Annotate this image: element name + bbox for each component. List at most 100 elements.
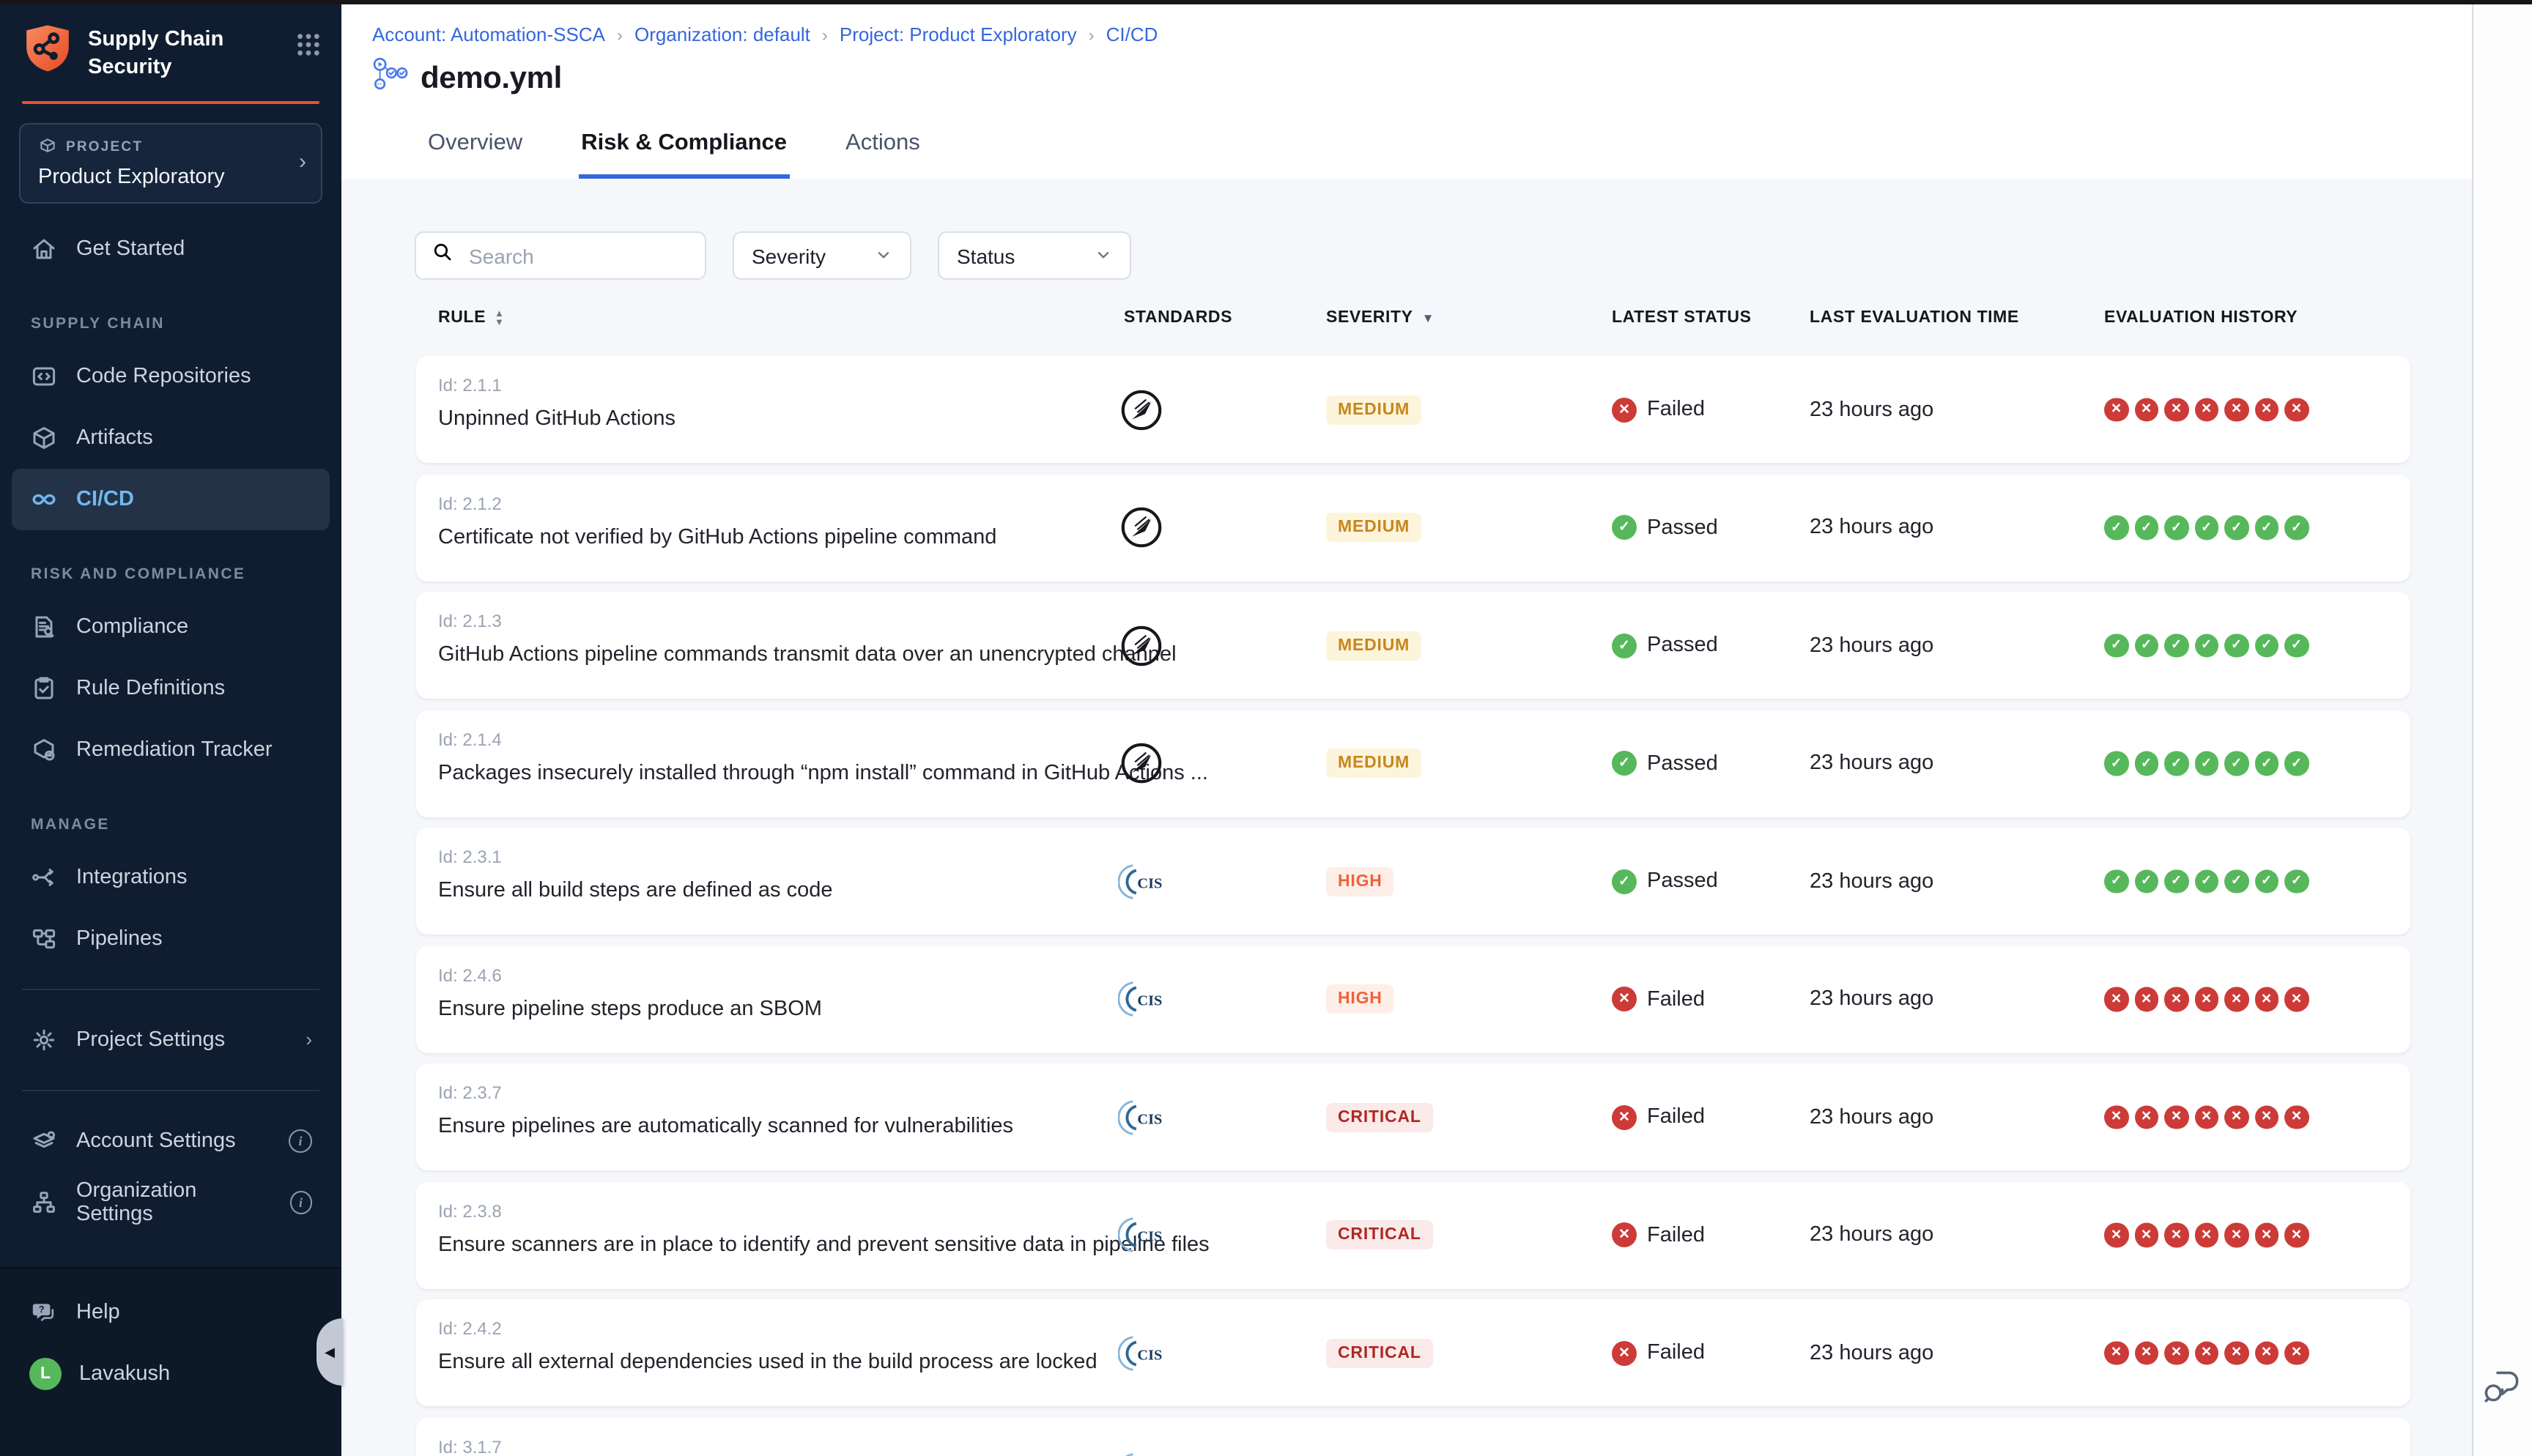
table-row[interactable]: Id: 2.3.7 Ensure pipelines are automatic… [416,1063,2410,1170]
severity-badge: CRITICAL [1326,1220,1433,1249]
severity-filter-dropdown[interactable]: Severity [733,231,911,280]
breadcrumb-separator: › [822,24,828,45]
failed-x-icon: ✕ [1612,987,1637,1011]
rule-id: Id: 2.4.6 [438,965,502,985]
rule-id: Id: 2.1.2 [438,493,502,513]
info-icon: i [289,1129,312,1152]
module-switcher-grid-icon[interactable] [296,23,321,64]
evaluation-history: ✓✓✓✓✓✓✓ [2104,516,2309,540]
latest-status: ✕Failed [1612,987,1705,1011]
history-pass-icon: ✓ [2254,869,2279,894]
table-row[interactable]: Id: 2.4.2 Ensure all external dependenci… [416,1299,2410,1406]
infinity-icon [29,484,59,513]
sidebar-item-compliance[interactable]: Compliance [12,595,330,657]
severity-badge: CRITICAL [1326,1102,1433,1132]
sidebar-item-ci-cd[interactable]: CI/CD [12,468,330,530]
breadcrumb-link-3[interactable]: Project: Product Exploratory [840,23,1077,45]
cis-standard-icon: CIS [1117,978,1166,1019]
tab-actions[interactable]: Actions [843,130,923,179]
feedback-chat-icon[interactable] [2482,1368,2522,1412]
sidebar-item-rule-definitions[interactable]: Rule Definitions [12,657,330,718]
tab-risk-compliance[interactable]: Risk & Compliance [578,130,790,179]
breadcrumb: Account: Automation-SSCA › Organization: d… [341,4,2473,45]
sidebar-item-label: Rule Definitions [76,676,225,699]
severity-badge: HIGH [1326,984,1394,1014]
project-selector-card[interactable]: PROJECT Product Exploratory › [19,122,322,203]
passed-check-icon: ✓ [1612,751,1637,776]
history-fail-icon: ✕ [2194,1223,2218,1247]
table-row[interactable]: Id: 2.1.1 Unpinned GitHub Actions MEDIUM… [416,356,2410,463]
sidebar-item-account-settings[interactable]: Account Settingsi [12,1110,330,1171]
table-row[interactable]: Id: 3.1.7 CIS CRITICAL ✕Failed 23 hours … [416,1417,2410,1456]
failed-x-icon: ✕ [1612,397,1637,422]
history-fail-icon: ✕ [2104,987,2128,1011]
table-row[interactable]: Id: 2.3.8 Ensure scanners are in place t… [416,1181,2410,1288]
help-chat-icon: ? [29,1298,59,1327]
sidebar-item-remediation-tracker[interactable]: Remediation Tracker [12,718,330,780]
owasp-cicd-standard-icon [1117,623,1166,667]
chevron-right-icon: › [299,149,306,174]
pipelines-icon [29,924,59,953]
table-row[interactable]: Id: 2.3.1 Ensure all build steps are def… [416,828,2410,935]
latest-status: ✕Failed [1612,397,1705,422]
rule-title: Ensure pipeline steps produce an SBOM [438,997,822,1020]
rule-title: GitHub Actions pipeline commands transmi… [438,643,1177,666]
last-evaluation-time: 23 hours ago [1810,516,1933,539]
column-header-rule: RULE▲▼ [438,309,1124,327]
supply-chain-security-shield-icon [22,23,73,81]
column-label: RULE [438,309,486,327]
svg-text:CIS: CIS [1136,875,1161,891]
pipeline-file-icon [371,56,409,101]
table-row[interactable]: Id: 2.4.6 Ensure pipeline steps produce … [416,946,2410,1052]
sidebar-section-supply-chain: SUPPLY CHAIN [0,279,341,345]
latest-status: ✕Failed [1612,1222,1705,1247]
history-pass-icon: ✓ [2284,516,2309,540]
history-pass-icon: ✓ [2194,516,2218,540]
sidebar-item-get-started[interactable]: Get Started [12,218,330,279]
rule-id: Id: 2.1.1 [438,375,502,395]
last-evaluation-time: 23 hours ago [1810,398,1933,421]
history-pass-icon: ✓ [2284,634,2309,658]
history-fail-icon: ✕ [2194,1105,2218,1129]
sidebar-item-artifacts[interactable]: Artifacts [12,406,330,468]
history-fail-icon: ✕ [2194,987,2218,1011]
sidebar-item-organization-settings[interactable]: Organization Settingsi [12,1171,330,1233]
sidebar-item-integrations[interactable]: Integrations [12,846,330,907]
tab-bar: Overview Risk & Compliance Actions [425,130,923,179]
sidebar-item-project-settings[interactable]: Project Settings› [12,1009,330,1070]
breadcrumb-link-2[interactable]: Organization: default [634,23,810,45]
status-filter-dropdown[interactable]: Status [938,231,1131,280]
cis-standard-icon: CIS [1117,861,1166,902]
svg-text:?: ? [39,1304,45,1315]
search-input[interactable] [466,242,690,269]
artifacts-icon [29,423,59,452]
last-evaluation-time: 23 hours ago [1810,751,1933,775]
table-row[interactable]: Id: 2.1.3 GitHub Actions pipeline comman… [416,592,2410,699]
avatar: L [29,1358,62,1390]
sidebar-item-help[interactable]: ? Help [12,1282,330,1343]
table-row[interactable]: Id: 2.1.4 Packages insecurely installed … [416,710,2410,817]
sidebar-item-label: Code Repositories [76,364,251,387]
history-fail-icon: ✕ [2254,398,2279,422]
sidebar-item-label: Artifacts [76,426,153,449]
severity-badge: MEDIUM [1326,395,1421,424]
project-cube-icon [38,135,57,159]
sidebar-item-pipelines[interactable]: Pipelines [12,907,330,969]
user-menu[interactable]: L Lavakush [12,1343,330,1405]
org-icon [29,1187,59,1217]
history-fail-icon: ✕ [2164,987,2188,1011]
sidebar-divider [22,988,319,989]
home-icon [29,234,59,263]
integrations-icon [29,862,59,891]
table-row[interactable]: Id: 2.1.2 Certificate not verified by Gi… [416,474,2410,581]
breadcrumb-link-4[interactable]: CI/CD [1106,23,1158,45]
history-fail-icon: ✕ [2104,1223,2128,1247]
sidebar-item-code-repositories[interactable]: Code Repositories [12,345,330,406]
history-pass-icon: ✓ [2194,634,2218,658]
tab-overview[interactable]: Overview [425,130,525,179]
project-name: Product Exploratory [38,165,225,188]
breadcrumb-link-1[interactable]: Account: Automation-SSCA [372,23,605,45]
history-fail-icon: ✕ [2104,1105,2128,1129]
owasp-cicd-standard-icon [1117,387,1166,431]
sidebar-item-label: Pipelines [76,926,163,950]
